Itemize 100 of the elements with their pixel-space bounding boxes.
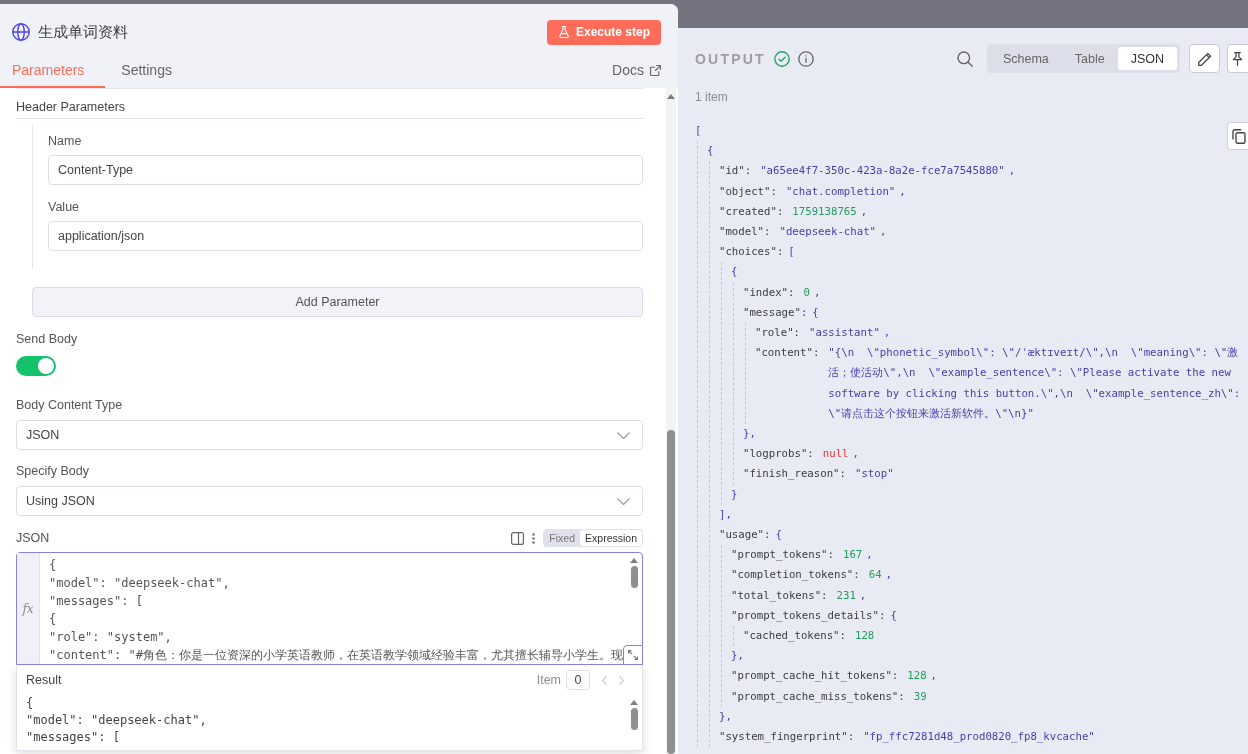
code-line: "role": "system",	[49, 629, 173, 646]
json-comma: ,	[883, 326, 891, 340]
json-bracket: }	[731, 486, 738, 503]
code-line: "messages": [	[26, 729, 121, 746]
item-number-field[interactable]: 0	[566, 670, 590, 690]
pencil-icon	[1197, 51, 1212, 66]
json-comma: ,	[859, 588, 867, 602]
result-title: Result	[26, 673, 62, 687]
json-value: "chat.completion"	[785, 184, 896, 198]
json-key: "prompt_tokens_details":	[731, 605, 886, 627]
json-value: "assistant"	[809, 326, 880, 340]
json-value: "fp_ffc7281d48_prod0820_fp8_kvcache"	[863, 730, 1095, 744]
scrollbar-thumb[interactable]	[630, 708, 638, 730]
json-key: "model":	[719, 222, 771, 243]
json-value: 128	[854, 629, 875, 643]
json-bracket: [	[695, 123, 702, 139]
field-label: Specify Body	[16, 463, 90, 479]
json-comma: ,	[860, 204, 868, 218]
field-label: Name	[48, 133, 83, 149]
expand-icon	[628, 650, 638, 660]
json-key: "created":	[719, 201, 784, 222]
code-line: {	[49, 611, 58, 628]
chevron-down-icon	[617, 497, 630, 505]
edit-button[interactable]	[1189, 44, 1220, 73]
tab[interactable]: Settings	[109, 60, 193, 88]
search-icon[interactable]	[956, 50, 973, 67]
json-comma: ,	[866, 548, 873, 562]
scroll-up-icon[interactable]	[667, 94, 675, 99]
json-key: "prompt_tokens":	[731, 545, 834, 566]
json-key: "finish_reason":	[743, 464, 846, 485]
json-comma: ,	[880, 225, 887, 238]
code-line: "model": "deepseek-chat",	[49, 575, 231, 592]
json-key: "total_tokens":	[731, 585, 828, 606]
chevron-down-icon	[617, 431, 630, 439]
json-value: 167	[842, 548, 863, 562]
json-comma: ,	[930, 669, 938, 683]
scrollbar[interactable]	[666, 88, 676, 754]
text-field[interactable]: Content-Type	[48, 155, 643, 185]
json-value: 39	[913, 689, 927, 703]
select-field[interactable]: Using JSON	[16, 486, 643, 516]
item-count: 1 item	[695, 89, 729, 105]
toggle-switch[interactable]	[16, 356, 56, 376]
json-value: 128	[907, 669, 927, 683]
code-line: {	[49, 557, 58, 574]
expression-marker: fx	[22, 601, 34, 616]
json-key: "cached_tokens":	[743, 626, 846, 647]
view-tab[interactable]: JSON	[1117, 47, 1177, 70]
select-field[interactable]: JSON	[16, 420, 643, 450]
json-bracket: {	[775, 527, 782, 544]
mode-option[interactable]: Fixed	[544, 530, 581, 546]
json-value: "{\n \"phonetic_symbol\": \"/ˈæktɪveɪt/\",\n \"meaning\": \"激活；使活动\",\n \"example_sentence\": \"Please activate the new software by clicking this button.\",\n \"example_sentence_zh\": \"请点击这个按钮来激活新软件。\"\n}"	[828, 346, 1242, 420]
copy-icon	[1232, 128, 1246, 144]
more-icon[interactable]	[532, 532, 536, 544]
json-value: "a65ee4f7-350c-423a-8a2e-fce7a7545880"	[760, 164, 1005, 178]
json-value: "deepseek-chat"	[779, 225, 876, 238]
add-parameter-button[interactable]: Add Parameter	[32, 287, 643, 317]
json-key: "logprobs":	[743, 444, 814, 465]
code-line: {	[26, 695, 35, 712]
json-key: "prompt_cache_hit_tokens":	[731, 666, 899, 687]
json-bracket: {	[731, 264, 738, 281]
scroll-up-icon[interactable]	[630, 558, 638, 563]
json-value: 64	[868, 568, 882, 582]
item-label: Item	[536, 673, 561, 687]
json-bracket: [	[788, 244, 795, 261]
pin-icon	[1231, 51, 1244, 66]
field-label: Send Body	[16, 331, 79, 347]
scrollbar-thumb[interactable]	[667, 430, 675, 754]
json-value: 1759138765	[792, 204, 857, 218]
json-value: "stop"	[854, 467, 894, 481]
panel-icon[interactable]	[511, 531, 525, 545]
expand-button[interactable]	[623, 645, 643, 665]
json-bracket: },	[731, 648, 744, 665]
json-bracket: ],	[719, 506, 732, 523]
text-field[interactable]: application/json	[48, 221, 643, 251]
code-editor[interactable]: fx { "model": "deepseek-chat", "messages": [ { "role": "system", "content": "#角色：你是一位资深的小学英语教师，在英语教学领域经验丰富，尤其擅长辅导小学生。现	[16, 552, 643, 665]
scroll-up-icon[interactable]	[630, 700, 638, 705]
json-key: "object":	[719, 181, 777, 202]
code-line: "messages": [	[49, 593, 144, 610]
json-key: "id":	[719, 161, 752, 182]
section-title: Header Parameters	[16, 98, 643, 119]
code-line: "model": "deepseek-chat",	[26, 712, 208, 729]
view-tab[interactable]: Schema	[989, 47, 1062, 70]
json-bracket: {	[707, 143, 714, 160]
json-key: "prompt_cache_miss_tokens":	[731, 686, 905, 707]
json-bracket: {	[812, 304, 819, 321]
output-title: OUTPUT	[695, 50, 766, 67]
json-comma: ,	[813, 285, 821, 299]
json-key: "choices":	[719, 242, 784, 263]
json-bracket: },	[719, 708, 732, 725]
mode-option[interactable]: Expression	[580, 530, 642, 546]
json-value: 231	[836, 588, 856, 602]
copy-button[interactable]	[1227, 122, 1248, 150]
code-line: "content": "#角色：你是一位资深的小学英语教师，在英语教学领域经验丰富，尤其擅长辅导小学生。现	[49, 647, 624, 664]
pin-button[interactable]	[1227, 44, 1248, 73]
docs-link[interactable]: Docs	[612, 60, 661, 79]
json-comma: ,	[1008, 164, 1016, 178]
view-tab[interactable]: Table	[1061, 47, 1118, 70]
scrollbar-thumb[interactable]	[630, 566, 638, 588]
json-bracket: },	[743, 426, 756, 443]
info-icon[interactable]	[797, 50, 814, 67]
